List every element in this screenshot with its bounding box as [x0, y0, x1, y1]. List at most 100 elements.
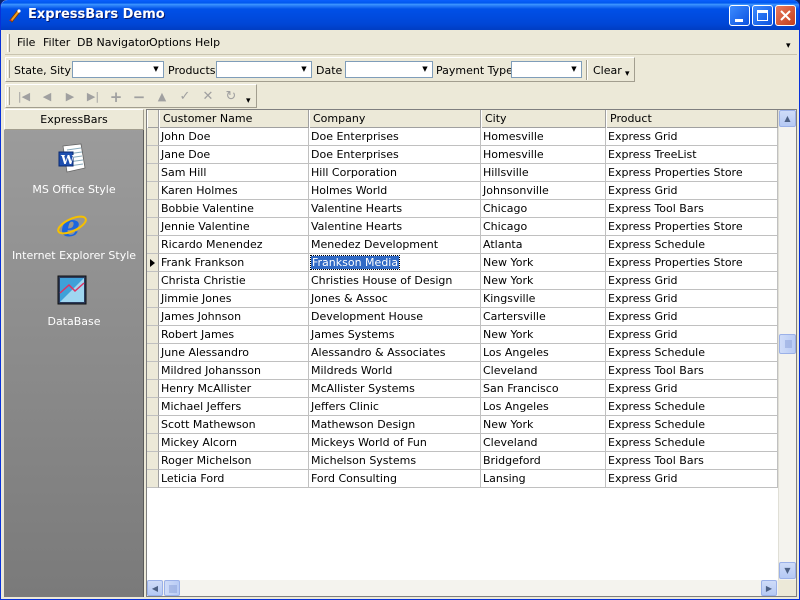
- cell-company[interactable]: James Systems: [309, 326, 481, 344]
- row-indicator[interactable]: [147, 344, 159, 362]
- cell-product[interactable]: Express Grid: [606, 290, 778, 308]
- cell-product[interactable]: Express Grid: [606, 182, 778, 200]
- cell-product[interactable]: Express Schedule: [606, 344, 778, 362]
- sidebar-item-ms-office[interactable]: MS Office Style: [4, 183, 144, 196]
- cell-company[interactable]: Menedez Development: [309, 236, 481, 254]
- cell-city[interactable]: Chicago: [481, 218, 606, 236]
- cell-company[interactable]: Mathewson Design: [309, 416, 481, 434]
- state-combo[interactable]: ▼: [72, 61, 164, 78]
- cell-customer-name[interactable]: James Johnson: [159, 308, 309, 326]
- row-indicator[interactable]: [147, 326, 159, 344]
- scroll-up-button[interactable]: ▲: [779, 110, 796, 127]
- cell-company[interactable]: Mildreds World: [309, 362, 481, 380]
- cell-company[interactable]: Valentine Hearts: [309, 218, 481, 236]
- menu-file[interactable]: File: [17, 36, 35, 49]
- cell-product[interactable]: Express Grid: [606, 308, 778, 326]
- cell-customer-name[interactable]: Christa Christie: [159, 272, 309, 290]
- cell-city[interactable]: Kingsville: [481, 290, 606, 308]
- table-row[interactable]: Robert James James Systems New York Express…: [147, 326, 778, 344]
- row-indicator[interactable]: [147, 362, 159, 380]
- table-row[interactable]: Leticia Ford Ford Consulting Lansing Expres…: [147, 470, 778, 488]
- cell-company[interactable]: Ford Consulting: [309, 470, 481, 488]
- cell-product[interactable]: Express Grid: [606, 128, 778, 146]
- cell-company[interactable]: Valentine Hearts: [309, 200, 481, 218]
- cell-customer-name[interactable]: Sam Hill: [159, 164, 309, 182]
- chevron-down-icon[interactable]: ▼: [298, 63, 310, 76]
- table-row[interactable]: Sam Hill Hill Corporation Hillsville Expres…: [147, 164, 778, 182]
- row-indicator[interactable]: [147, 164, 159, 182]
- cell-city[interactable]: Los Angeles: [481, 344, 606, 362]
- minimize-button[interactable]: [729, 5, 750, 26]
- cell-product[interactable]: Express Grid: [606, 470, 778, 488]
- chevron-down-icon[interactable]: ▼: [419, 63, 431, 76]
- cell-customer-name[interactable]: Frank Frankson: [159, 254, 309, 272]
- cell-city[interactable]: Johnsonville: [481, 182, 606, 200]
- row-indicator[interactable]: [147, 416, 159, 434]
- cell-city[interactable]: Hillsville: [481, 164, 606, 182]
- vertical-scrollbar[interactable]: ▲ ▼: [778, 110, 796, 580]
- cell-company[interactable]: Mickeys World of Fun: [309, 434, 481, 452]
- row-indicator[interactable]: [147, 434, 159, 452]
- first-record-icon[interactable]: |◀: [14, 88, 34, 106]
- cell-city[interactable]: Bridgeford: [481, 452, 606, 470]
- table-row[interactable]: John Doe Doe Enterprises Homesville Express…: [147, 128, 778, 146]
- row-indicator[interactable]: [147, 398, 159, 416]
- cell-company[interactable]: Doe Enterprises: [309, 146, 481, 164]
- navbar-overflow-icon[interactable]: ▾: [246, 96, 251, 106]
- table-row[interactable]: Jimmie Jones Jones & Assoc Kingsville Expre…: [147, 290, 778, 308]
- menu-options[interactable]: Options: [149, 36, 191, 49]
- cell-city[interactable]: New York: [481, 326, 606, 344]
- cell-product[interactable]: Express Schedule: [606, 416, 778, 434]
- row-indicator[interactable]: [147, 470, 159, 488]
- cell-company[interactable]: Hill Corporation: [309, 164, 481, 182]
- cell-customer-name[interactable]: Michael Jeffers: [159, 398, 309, 416]
- cell-customer-name[interactable]: Jimmie Jones: [159, 290, 309, 308]
- cell-company[interactable]: Michelson Systems: [309, 452, 481, 470]
- cell-company[interactable]: Holmes World: [309, 182, 481, 200]
- date-combo[interactable]: ▼: [345, 61, 433, 78]
- cell-city[interactable]: Cleveland: [481, 434, 606, 452]
- cell-product[interactable]: Express Tool Bars: [606, 362, 778, 380]
- cell-company[interactable]: Doe Enterprises: [309, 128, 481, 146]
- clear-button[interactable]: Clear: [593, 64, 622, 77]
- cell-product[interactable]: Express Properties Store: [606, 254, 778, 272]
- cell-product[interactable]: Express Schedule: [606, 398, 778, 416]
- cell-product[interactable]: Express Properties Store: [606, 164, 778, 182]
- cell-customer-name[interactable]: Mildred Johansson: [159, 362, 309, 380]
- row-indicator[interactable]: [147, 272, 159, 290]
- row-indicator[interactable]: [147, 128, 159, 146]
- row-indicator[interactable]: [147, 236, 159, 254]
- insert-record-icon[interactable]: +: [106, 88, 126, 106]
- post-record-icon[interactable]: ✓: [175, 88, 195, 106]
- menubar-overflow-icon[interactable]: ▾: [786, 41, 791, 51]
- table-row[interactable]: Henry McAllister McAllister Systems San Fr…: [147, 380, 778, 398]
- delete-record-icon[interactable]: −: [129, 88, 149, 106]
- table-row[interactable]: James Johnson Development House Cartersvil…: [147, 308, 778, 326]
- column-header-customer-name[interactable]: Customer Name: [159, 110, 309, 128]
- scroll-down-button[interactable]: ▼: [779, 562, 796, 579]
- table-row[interactable]: Christa Christie Christies House of Desig…: [147, 272, 778, 290]
- cancel-edit-icon[interactable]: ✕: [198, 88, 218, 106]
- cell-customer-name[interactable]: Ricardo Menendez: [159, 236, 309, 254]
- menu-db-navigator[interactable]: DB Navigator: [77, 36, 150, 49]
- internet-explorer-icon[interactable]: e: [55, 208, 89, 242]
- cell-city[interactable]: New York: [481, 272, 606, 290]
- chevron-down-icon[interactable]: ▼: [150, 63, 162, 76]
- products-combo[interactable]: ▼: [216, 61, 312, 78]
- menubar-grip[interactable]: [7, 34, 10, 52]
- table-row[interactable]: Karen Holmes Holmes World Johnsonville Expr…: [147, 182, 778, 200]
- row-indicator[interactable]: [147, 254, 159, 272]
- cell-company[interactable]: McAllister Systems: [309, 380, 481, 398]
- close-button[interactable]: [775, 5, 796, 26]
- prior-record-icon[interactable]: ◀: [37, 88, 57, 106]
- chevron-down-icon[interactable]: ▼: [568, 63, 580, 76]
- table-row[interactable]: June Alessandro Alessandro & Associates Lo…: [147, 344, 778, 362]
- cell-city[interactable]: Cleveland: [481, 362, 606, 380]
- cell-city[interactable]: Atlanta: [481, 236, 606, 254]
- horizontal-scroll-thumb[interactable]: [164, 580, 180, 596]
- table-row[interactable]: Ricardo Menendez Menedez Development Atlan…: [147, 236, 778, 254]
- row-indicator[interactable]: [147, 452, 159, 470]
- maximize-button[interactable]: [752, 5, 773, 26]
- cell-city[interactable]: Homesville: [481, 128, 606, 146]
- cell-city[interactable]: San Francisco: [481, 380, 606, 398]
